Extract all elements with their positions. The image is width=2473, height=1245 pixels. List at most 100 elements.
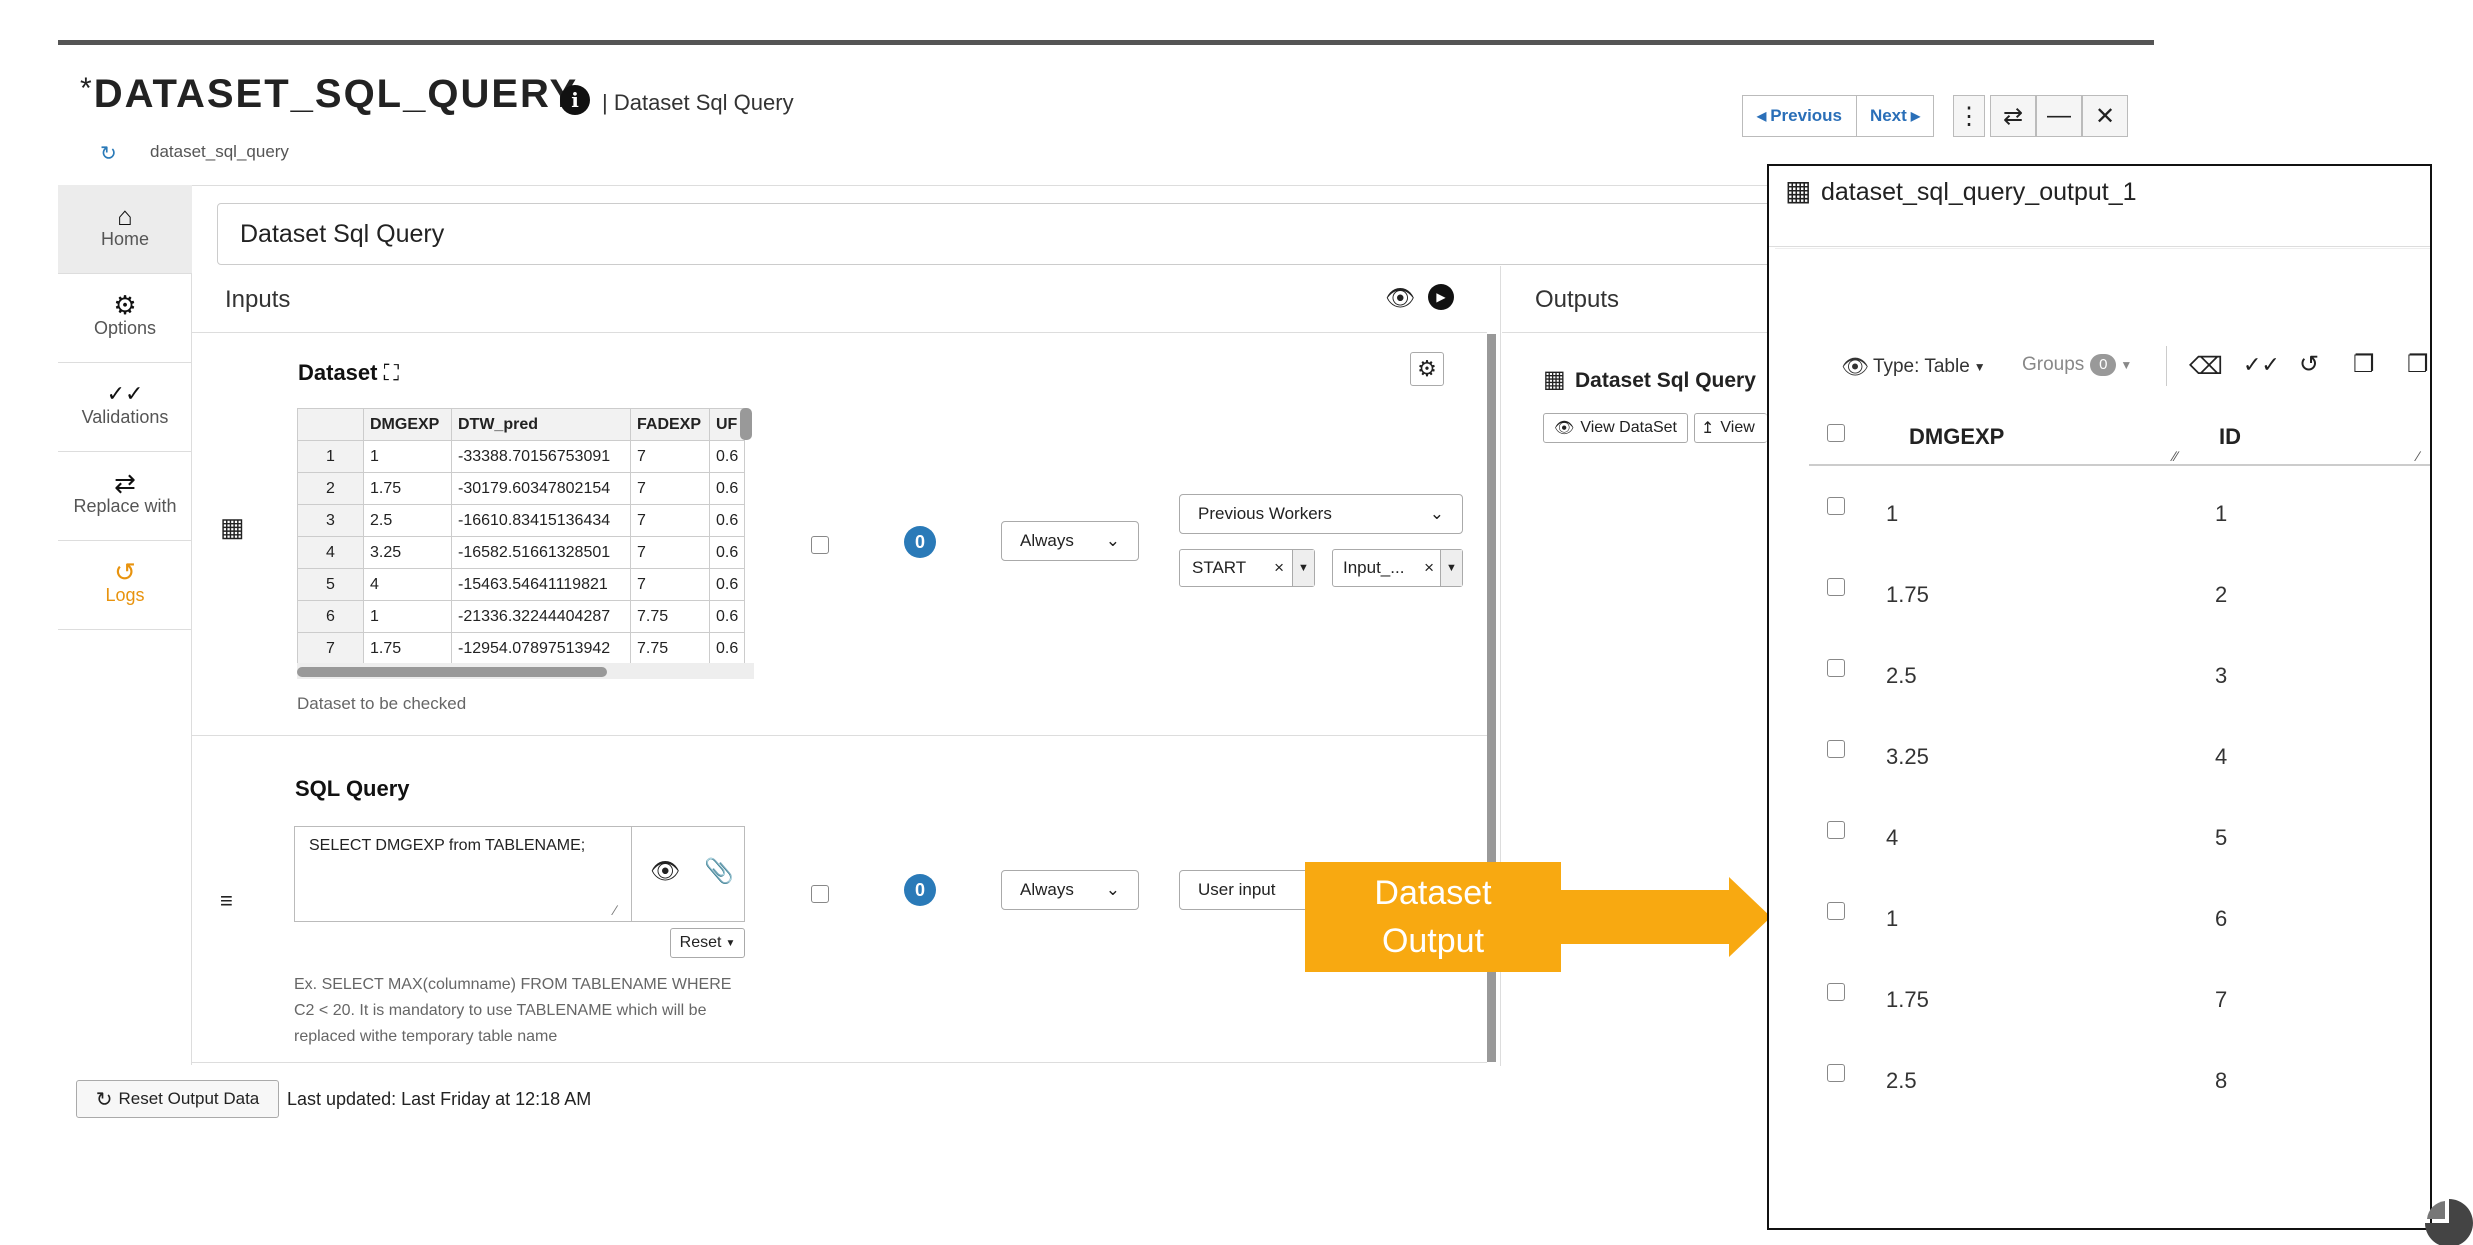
play-icon[interactable]: ▶: [1428, 284, 1454, 310]
vertical-dots-icon: ⋮: [1957, 102, 1981, 130]
sidebar-item-replace-with[interactable]: ⇄ Replace with: [58, 452, 192, 541]
table-row: 5 4 -15463.54641119821 7 0.6: [297, 568, 746, 601]
swap-icon: ⇄: [2002, 102, 2024, 130]
sidebar-item-options[interactable]: ⚙ Options: [58, 274, 192, 363]
caret-down-icon[interactable]: ▼: [1292, 550, 1314, 586]
table-row[interactable]: 1.75 2: [1817, 578, 2430, 659]
paste-icon[interactable]: ❐: [2407, 350, 2429, 379]
refresh-icon: ↻: [100, 143, 117, 165]
minimize-button[interactable]: —: [2036, 95, 2082, 137]
gear-icon: ⚙: [1417, 356, 1437, 381]
previous-button[interactable]: ◀ Previous: [1742, 95, 1857, 137]
row-checkbox[interactable]: [1827, 821, 1845, 839]
groups-select[interactable]: Groups 0 ▼: [2022, 354, 2132, 376]
sql-condition-select[interactable]: Always ⌄: [1001, 870, 1139, 910]
table-row[interactable]: 1.75 7: [1817, 983, 2430, 1064]
reset-output-button[interactable]: ↻ Reset Output Data: [76, 1080, 279, 1118]
table-row[interactable]: 45: [1817, 821, 2430, 902]
eye-icon[interactable]: 👁: [1385, 284, 1415, 313]
row-checkbox[interactable]: [1827, 983, 1845, 1001]
kebab-menu-button[interactable]: ⋮: [1953, 95, 1985, 137]
start-tag[interactable]: START × ▼: [1179, 549, 1315, 587]
caret-right-icon: ▶: [1910, 109, 1921, 123]
table-row[interactable]: 16: [1817, 902, 2430, 983]
sql-count-badge: 0: [904, 874, 936, 906]
next-button[interactable]: Next ▶: [1856, 95, 1934, 137]
caret-down-icon[interactable]: ▼: [1440, 550, 1462, 586]
eraser-icon[interactable]: ⌫: [2189, 352, 2223, 381]
close-icon[interactable]: ×: [1418, 558, 1440, 578]
sidebar-item-validations[interactable]: ✓✓ Validations: [58, 363, 192, 452]
table-row[interactable]: 2.5 8: [1817, 1064, 2430, 1145]
row-checkbox[interactable]: [1827, 1064, 1845, 1082]
double-check-icon: ✓✓: [106, 381, 144, 406]
row-checkbox[interactable]: [1827, 902, 1845, 920]
dataset-settings-button[interactable]: ⚙: [1410, 352, 1444, 386]
table-row: 1 1 -33388.70156753091 7 0.6: [297, 440, 746, 473]
outputs-divider: [1502, 332, 1767, 333]
table-row: 7 1.75 -12954.07897513942 7.75 0.6: [297, 632, 746, 665]
table-row: 6 1 -21336.32244404287 7.75 0.6: [297, 600, 746, 633]
history-icon[interactable]: ↺: [2299, 350, 2319, 379]
reset-button[interactable]: Reset ▼: [670, 928, 745, 958]
close-button[interactable]: ✕: [2082, 95, 2128, 137]
row-checkbox[interactable]: [1827, 497, 1845, 515]
row-checkbox[interactable]: [1827, 740, 1845, 758]
dataset-label: Dataset ⛶: [298, 360, 400, 385]
copy-icon[interactable]: ❐: [2353, 350, 2375, 379]
column-resize-icon[interactable]: ∕∕: [2173, 448, 2178, 464]
minimize-icon: —: [2047, 102, 2071, 129]
sql-query-textarea[interactable]: SELECT DMGEXP from TABLENAME;: [294, 826, 632, 922]
sql-source-field[interactable]: User input: [1179, 870, 1319, 910]
sql-checkbox[interactable]: [811, 885, 829, 903]
dataset-source-select[interactable]: Previous Workers ⌄: [1179, 494, 1463, 534]
sql-hint-text: Ex. SELECT MAX(columname) FROM TABLENAME…: [294, 976, 732, 1045]
close-icon: ✕: [2094, 102, 2116, 130]
eye-icon: 👁: [1554, 420, 1575, 437]
callout-arrow-shaft: [1559, 890, 1731, 944]
dataset-count-badge: 0: [904, 526, 936, 558]
table-hscroll-thumb[interactable]: [297, 667, 607, 677]
step-name-input[interactable]: Dataset Sql Query: [217, 203, 1777, 265]
column-header-dmgexp[interactable]: DMGEXP: [1909, 424, 2004, 450]
resize-handle-icon[interactable]: ∕: [614, 902, 616, 918]
row-checkbox[interactable]: [1827, 578, 1845, 596]
top-divider: [58, 40, 2154, 45]
input-tag[interactable]: Input_... × ▼: [1332, 549, 1463, 587]
output-preview-panel: ▦ dataset_sql_query_output_1 👁 Type: Tabl…: [1767, 164, 2432, 1230]
row-checkbox[interactable]: [1827, 659, 1845, 677]
sql-query-label: SQL Query: [295, 776, 410, 801]
table-row: 2 1.75 -30179.60347802154 7 0.6: [297, 472, 746, 505]
view-chart-button[interactable]: ↥ View: [1694, 413, 1767, 443]
gear-icon: ⚙: [113, 290, 137, 320]
table-row[interactable]: 2.5 3: [1817, 659, 2430, 740]
column-header-id[interactable]: ID: [2219, 424, 2241, 450]
table-row[interactable]: 11: [1817, 497, 2430, 578]
panel-divider: [1769, 246, 2430, 247]
chevron-down-icon: ⌄: [1105, 880, 1120, 899]
swap-button[interactable]: ⇄: [1990, 95, 2036, 137]
table-row[interactable]: 3.25 4: [1817, 740, 2430, 821]
sidebar-item-logs[interactable]: ↺ Logs: [58, 541, 192, 630]
sidebar: ⌂ Home ⚙ Options ✓✓ Validations ⇄ Replace wi…: [58, 185, 192, 1065]
swap-icon: ⇄: [114, 468, 136, 498]
output-panel-title: dataset_sql_query_output_1: [1821, 178, 2137, 206]
double-check-icon[interactable]: ✓✓: [2243, 352, 2280, 378]
expand-icon[interactable]: ⛶: [384, 360, 399, 385]
dataset-checkbox[interactable]: [811, 536, 829, 554]
view-dataset-button[interactable]: 👁 View DataSet: [1543, 413, 1688, 443]
sidebar-item-home[interactable]: ⌂ Home: [58, 185, 192, 274]
select-all-checkbox[interactable]: [1827, 424, 1845, 442]
info-icon[interactable]: i: [560, 85, 590, 115]
dataset-condition-select[interactable]: Always ⌄: [1001, 521, 1139, 561]
caret-left-icon: ◀: [1756, 109, 1767, 123]
close-icon[interactable]: ×: [1266, 558, 1292, 578]
refresh-icon: ↻: [95, 1088, 113, 1111]
eye-icon: 👁: [1841, 354, 1869, 379]
inputs-heading: Inputs: [225, 286, 291, 313]
paperclip-icon[interactable]: 📎: [704, 857, 734, 886]
column-resize-icon[interactable]: ∕: [2417, 448, 2419, 464]
table-vscroll-thumb[interactable]: [740, 408, 752, 440]
eye-icon[interactable]: 👁: [650, 857, 680, 886]
type-select[interactable]: 👁 Type: Table ▼: [1841, 354, 1986, 380]
